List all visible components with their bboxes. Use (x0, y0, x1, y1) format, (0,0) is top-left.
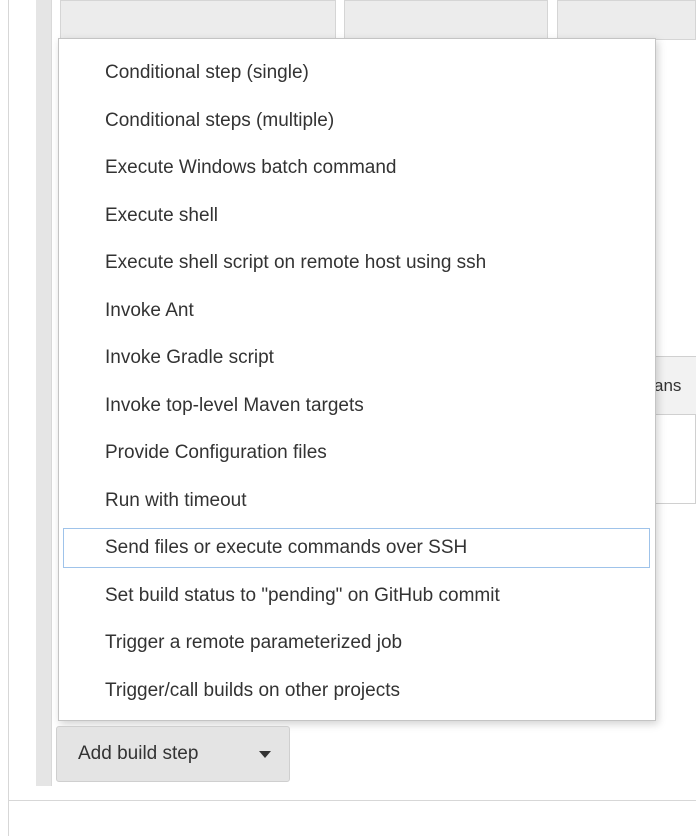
background-panel: ans (655, 356, 696, 504)
menu-item-invoke-ant[interactable]: Invoke Ant (59, 287, 655, 335)
menu-item-trigger-remote-job[interactable]: Trigger a remote parameterized job (59, 619, 655, 667)
menu-item-set-build-status-github[interactable]: Set build status to "pending" on GitHub … (59, 572, 655, 620)
menu-item-conditional-steps-multiple[interactable]: Conditional steps (multiple) (59, 97, 655, 145)
menu-item-invoke-gradle[interactable]: Invoke Gradle script (59, 334, 655, 382)
build-step-menu: Conditional step (single) Conditional st… (58, 38, 656, 721)
background-tab-label: ans (656, 376, 682, 395)
frame-left-border (8, 0, 9, 836)
menu-item-execute-remote-shell-ssh[interactable]: Execute shell script on remote host usin… (59, 239, 655, 287)
menu-item-execute-shell[interactable]: Execute shell (59, 192, 655, 240)
frame-bottom-border (8, 800, 696, 801)
menu-item-execute-windows-batch[interactable]: Execute Windows batch command (59, 144, 655, 192)
menu-item-conditional-step-single[interactable]: Conditional step (single) (59, 49, 655, 97)
menu-item-provide-config-files[interactable]: Provide Configuration files (59, 429, 655, 477)
section-rail (36, 0, 52, 786)
background-column-1 (60, 0, 336, 40)
menu-item-trigger-call-builds[interactable]: Trigger/call builds on other projects (59, 667, 655, 715)
background-column-3 (557, 0, 696, 40)
menu-item-invoke-maven[interactable]: Invoke top-level Maven targets (59, 382, 655, 430)
menu-item-run-with-timeout[interactable]: Run with timeout (59, 477, 655, 525)
add-build-step-label: Add build step (78, 743, 199, 764)
background-column-2 (344, 0, 548, 40)
menu-item-send-files-ssh[interactable]: Send files or execute commands over SSH (63, 528, 650, 568)
caret-down-icon (259, 751, 271, 758)
background-tab[interactable]: ans (656, 357, 696, 415)
add-build-step-button[interactable]: Add build step (56, 726, 290, 782)
